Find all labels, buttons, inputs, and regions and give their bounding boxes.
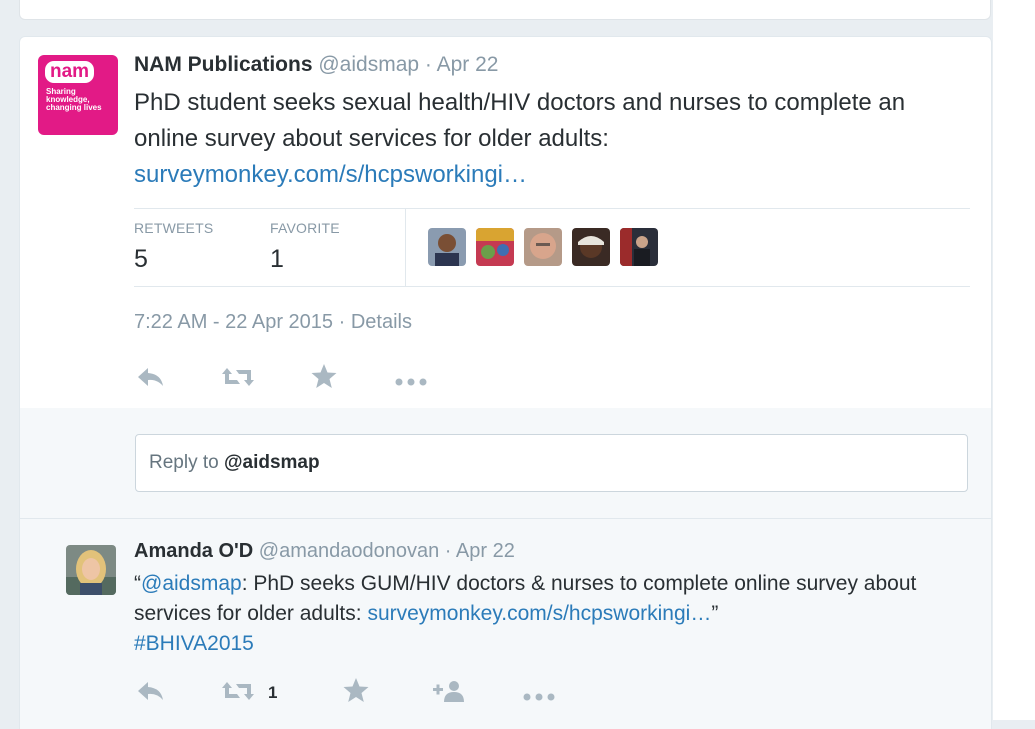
retweets-count[interactable]: 5 xyxy=(134,245,148,274)
hashtag-link[interactable]: #BHIVA2015 xyxy=(134,632,254,655)
reply-mention-link[interactable]: @aidsmap xyxy=(141,572,242,595)
reply-mention: @aidsmap xyxy=(223,452,320,473)
tweet-link[interactable]: surveymonkey.com/s/hcpsworkingi… xyxy=(134,161,527,188)
user-avatar[interactable] xyxy=(620,228,658,266)
retweet-icon[interactable] xyxy=(220,678,256,708)
right-column xyxy=(993,0,1035,720)
tweet-date[interactable]: Apr 22 xyxy=(437,53,499,76)
retweet-icon[interactable] xyxy=(220,364,256,394)
favorites-count[interactable]: 1 xyxy=(270,245,284,274)
details-link[interactable]: Details xyxy=(351,311,412,333)
reply-link[interactable]: surveymonkey.com/s/hcpsworkingi… xyxy=(367,602,711,625)
stats-divider-top xyxy=(134,208,970,209)
timestamp-separator: · xyxy=(338,311,346,333)
reply-icon[interactable] xyxy=(136,678,166,708)
more-icon[interactable] xyxy=(522,683,556,709)
stats-divider-bottom xyxy=(134,286,970,287)
reply-author-handle[interactable]: @amandaodonovan xyxy=(259,540,439,562)
star-icon[interactable] xyxy=(342,676,370,708)
timestamp-value: 7:22 AM - 22 Apr 2015 xyxy=(134,311,334,333)
previous-tweet-card xyxy=(19,0,991,20)
header-separator: · xyxy=(424,53,432,76)
user-avatar[interactable] xyxy=(428,228,466,266)
favorites-label[interactable]: FAVORITE xyxy=(270,220,340,236)
reply-tweet-text: “@aidsmap: PhD seeks GUM/HIV doctors & n… xyxy=(134,569,964,659)
retweet-count: 1 xyxy=(268,683,278,702)
retweets-label[interactable]: RETWEETS xyxy=(134,220,213,236)
reply-icon[interactable] xyxy=(136,364,166,394)
author-handle[interactable]: @aidsmap xyxy=(318,53,419,76)
reply-author-name[interactable]: Amanda O'D xyxy=(134,540,253,562)
star-icon[interactable] xyxy=(310,362,338,394)
tweet-timestamp: 7:22 AM - 22 Apr 2015 · Details xyxy=(134,311,412,334)
nam-avatar[interactable]: nam Sharing knowledge, changing lives xyxy=(38,55,118,135)
more-icon[interactable] xyxy=(394,368,428,394)
reply-tweet-date[interactable]: Apr 22 xyxy=(456,540,515,562)
user-avatar[interactable] xyxy=(572,228,610,266)
main-tweet-text: PhD student seeks sexual health/HIV doct… xyxy=(134,85,964,193)
user-avatar[interactable] xyxy=(476,228,514,266)
author-name[interactable]: NAM Publications xyxy=(134,53,313,76)
stats-divider-vertical xyxy=(405,209,406,286)
reply-header-separator: · xyxy=(444,540,452,562)
amanda-avatar[interactable] xyxy=(66,545,116,595)
quote-open: “ xyxy=(134,572,141,595)
nam-logo-word: nam xyxy=(45,61,95,83)
follow-icon[interactable] xyxy=(432,678,468,708)
main-tweet-header: NAM Publications @aidsmap · Apr 22 xyxy=(134,53,498,77)
user-avatar[interactable] xyxy=(524,228,562,266)
reply-placeholder: Reply to @aidsmap xyxy=(149,452,320,474)
reply-prefix: Reply to xyxy=(149,452,224,473)
reply-input[interactable]: Reply to @aidsmap xyxy=(135,434,968,492)
quote-close: ” xyxy=(711,602,719,625)
tweet-body: PhD student seeks sexual health/HIV doct… xyxy=(134,89,906,152)
nam-logo-tagline: Sharing knowledge, changing lives xyxy=(46,87,102,112)
reply-tweet-header: Amanda O'D @amandaodonovan · Apr 22 xyxy=(134,540,515,563)
